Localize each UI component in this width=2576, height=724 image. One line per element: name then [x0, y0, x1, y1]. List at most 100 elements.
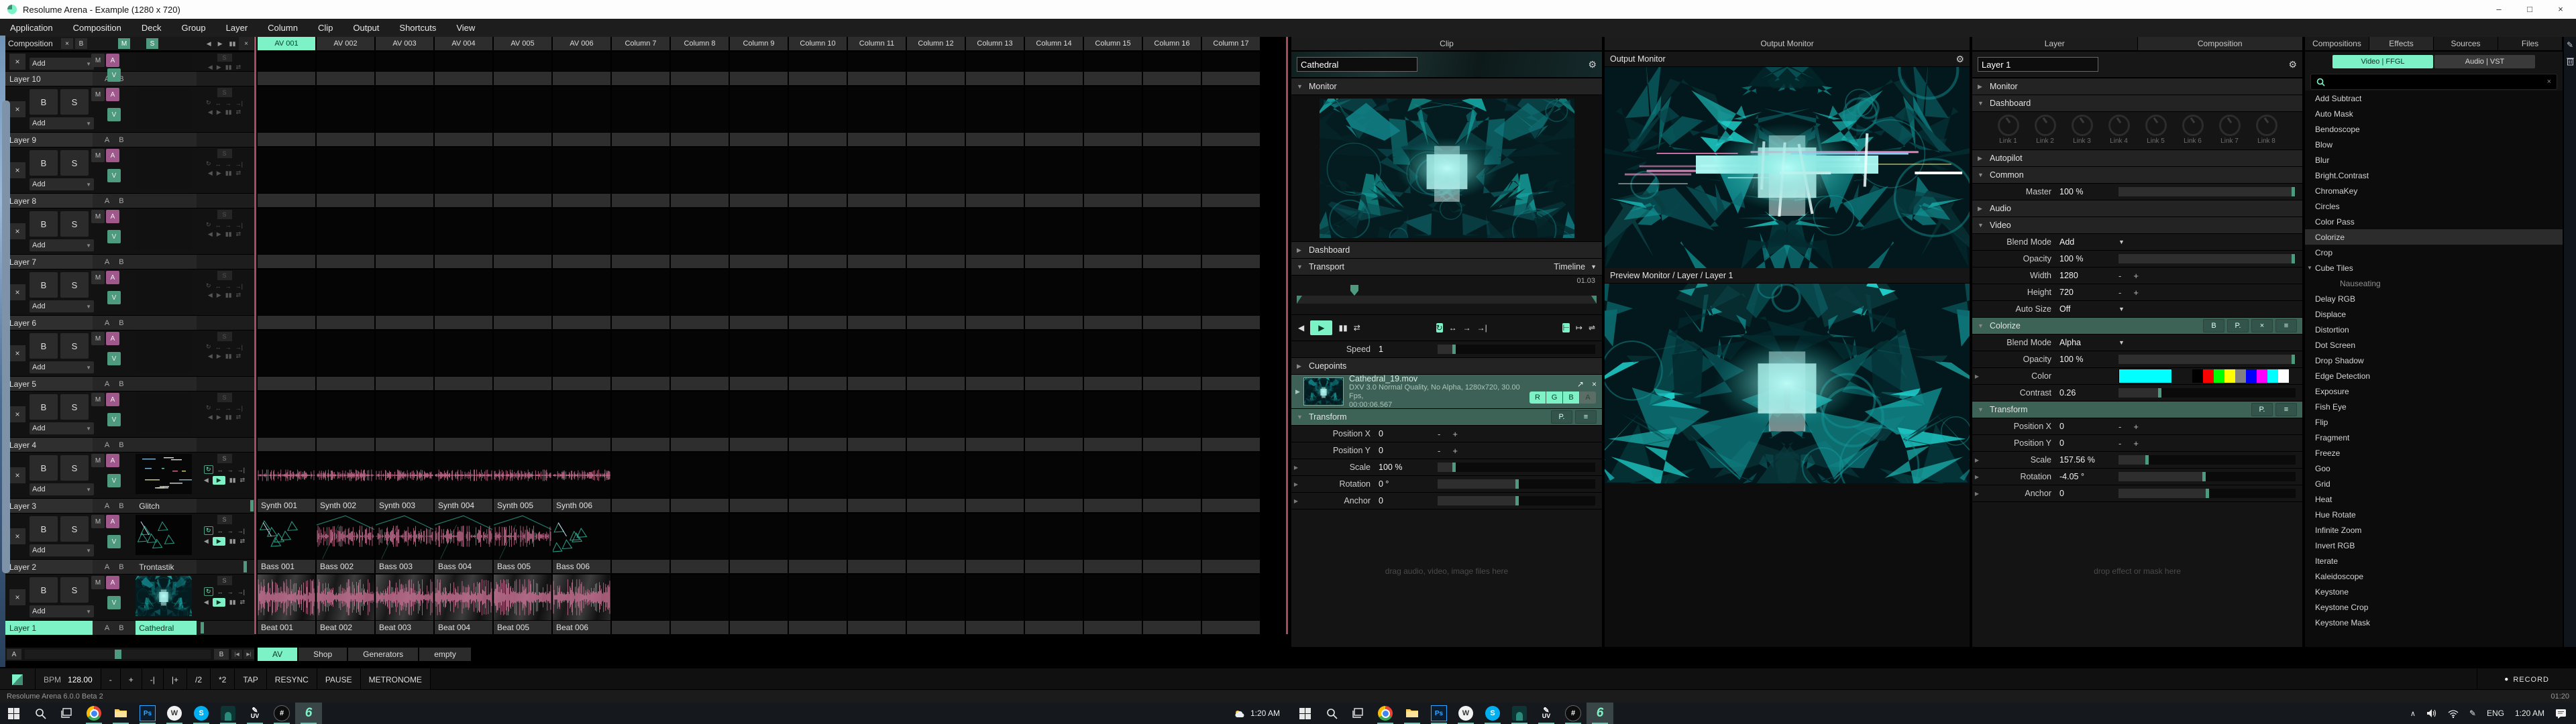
effect-item[interactable]: Add Subtract — [2305, 90, 2563, 106]
xfade-b-button[interactable]: B — [119, 258, 123, 266]
increment-button[interactable]: + — [2133, 438, 2139, 448]
column-tab[interactable]: AV 004 — [435, 37, 492, 50]
empty-clip-cell[interactable] — [612, 514, 669, 573]
empty-clip-cell[interactable] — [317, 147, 374, 207]
palette-swatch[interactable] — [2257, 369, 2267, 383]
empty-clip-cell[interactable] — [258, 269, 315, 329]
layer-bypass-button[interactable]: B — [30, 516, 58, 542]
deck-tab-empty[interactable]: empty — [419, 648, 471, 661]
slider-handle[interactable] — [1452, 345, 1456, 354]
clip-cell[interactable]: Bass 003 — [376, 514, 433, 573]
transport-icon[interactable]: ▶ — [218, 40, 223, 48]
layer-mask-button[interactable]: M — [91, 332, 105, 345]
toolbar-button-[interactable]: - — [101, 668, 121, 690]
next-deck-button[interactable]: ▶| — [244, 650, 254, 659]
increment-button[interactable]: + — [1452, 429, 1458, 439]
toolbar-button-tap[interactable]: TAP — [235, 668, 266, 690]
toolbar-button-2[interactable]: /2 — [187, 668, 211, 690]
transport-icon[interactable]: ▮▮ — [225, 231, 232, 238]
knob-dial[interactable] — [2256, 115, 2277, 136]
layer-solo-button[interactable]: S — [60, 577, 89, 603]
loopmode-icon[interactable]: →| — [237, 467, 245, 473]
header-button[interactable]: × — [2251, 319, 2273, 333]
transport-icon[interactable]: ▶ — [217, 231, 221, 238]
xfade-b-button[interactable]: B — [119, 197, 123, 205]
slider[interactable] — [2118, 187, 2296, 196]
layer-bypass-button[interactable]: B — [30, 150, 58, 176]
output-panel-tab[interactable]: Output Monitor — [1605, 37, 1970, 52]
empty-clip-cell[interactable] — [1084, 575, 1142, 634]
layer-mask-button[interactable]: M — [91, 149, 105, 162]
layer-close-button[interactable]: × — [9, 223, 25, 239]
empty-clip-cell[interactable] — [612, 575, 669, 634]
empty-clip-cell[interactable] — [1084, 514, 1142, 573]
layer-name[interactable]: Layer 1 — [5, 621, 93, 635]
empty-clip-cell[interactable] — [258, 208, 315, 268]
empty-clip-cell[interactable] — [966, 269, 1024, 329]
empty-clip-cell[interactable] — [848, 330, 906, 390]
active-clip-name[interactable] — [136, 133, 196, 147]
effect-item[interactable]: Fragment — [2305, 430, 2563, 445]
menu-item-output[interactable]: Output — [343, 23, 389, 33]
gear-icon[interactable]: ⚙ — [1955, 54, 1964, 65]
layer-mask-button[interactable]: M — [91, 88, 105, 101]
gear-icon[interactable]: ⚙ — [2288, 59, 2297, 70]
slider[interactable] — [2118, 355, 2296, 364]
layer-bypass-button[interactable]: B — [30, 394, 58, 420]
empty-clip-cell[interactable] — [848, 208, 906, 268]
layer-blendmode-dropdown[interactable]: Add▼ — [30, 605, 94, 617]
empty-clip-cell[interactable] — [553, 147, 610, 207]
loopmode-icon[interactable]: ↻ — [206, 221, 211, 229]
clip-cell[interactable]: Bass 001 — [258, 514, 315, 573]
prop-value[interactable]: 0 — [2059, 422, 2118, 431]
loopmode-icon[interactable]: ↔ — [215, 344, 221, 351]
xfade-b-button[interactable]: B — [119, 319, 123, 327]
prop-value[interactable]: 0 — [1379, 496, 1438, 505]
taskbar-button-search[interactable] — [1318, 703, 1345, 724]
effect-item[interactable]: ChromaKey — [2305, 183, 2563, 198]
transport-icon[interactable]: ◀ — [208, 109, 213, 116]
xfade-a-button[interactable]: A — [105, 380, 109, 388]
empty-clip-cell[interactable] — [612, 86, 669, 146]
layer-blendmode-dropdown[interactable]: Add▼ — [30, 422, 94, 434]
empty-clip-cell[interactable] — [376, 52, 433, 85]
composition-bypass-button[interactable]: B — [75, 38, 87, 49]
chevron-right-icon[interactable]: ▶ — [1972, 491, 1982, 497]
layer-blendmode-dropdown[interactable]: Add▼ — [30, 483, 94, 495]
empty-clip-cell[interactable] — [376, 269, 433, 329]
taskbar-button-start[interactable] — [0, 703, 27, 724]
palette-swatch[interactable] — [2267, 369, 2278, 383]
prop-value[interactable]: 100 % — [2059, 355, 2118, 364]
layer-solo-small-button[interactable]: S — [217, 332, 232, 341]
clip-cell[interactable]: Synth 003 — [376, 452, 433, 512]
empty-clip-cell[interactable] — [494, 147, 551, 207]
empty-clip-cell[interactable] — [317, 52, 374, 85]
prop-value[interactable]: 157.56 % — [2059, 455, 2118, 465]
empty-clip-cell[interactable] — [907, 391, 965, 451]
crossfader-track[interactable] — [25, 650, 211, 659]
empty-clip-cell[interactable] — [966, 514, 1024, 573]
layer-name-input[interactable] — [1978, 57, 2098, 72]
loopmode-icon[interactable]: →| — [237, 589, 245, 595]
effect-item[interactable]: Delay RGB — [2305, 291, 2563, 306]
taskbar-button-photoshop[interactable]: Ps — [1426, 703, 1452, 724]
loopmode-icon[interactable]: → — [225, 222, 231, 229]
loopmode-icon[interactable]: ↻ — [206, 160, 211, 168]
increment-button[interactable]: + — [2133, 422, 2139, 432]
layer-mask-button[interactable]: M — [91, 576, 105, 589]
layer-audio-button[interactable]: A — [106, 332, 119, 345]
tab-composition[interactable]: Composition — [2137, 37, 2303, 50]
empty-clip-cell[interactable] — [848, 147, 906, 207]
prop-value[interactable]: 0 — [2059, 438, 2118, 448]
loopmode-icon[interactable]: ↔ — [217, 528, 223, 534]
blue-channel-toggle[interactable]: B — [1563, 391, 1580, 404]
prop-value[interactable]: 0 — [2059, 489, 2118, 498]
taskbar-button-resolume-arena[interactable]: 6 — [295, 703, 322, 724]
transport-icon[interactable]: ⇄ — [236, 109, 241, 116]
xfade-b-button[interactable]: B — [119, 502, 123, 510]
empty-clip-cell[interactable] — [1143, 514, 1201, 573]
column-tab[interactable]: Column 12 — [907, 37, 965, 50]
layer-solo-button[interactable]: S — [60, 211, 89, 237]
loopmode-icon[interactable]: →| — [235, 344, 243, 351]
knob-dial[interactable] — [1998, 115, 2019, 136]
